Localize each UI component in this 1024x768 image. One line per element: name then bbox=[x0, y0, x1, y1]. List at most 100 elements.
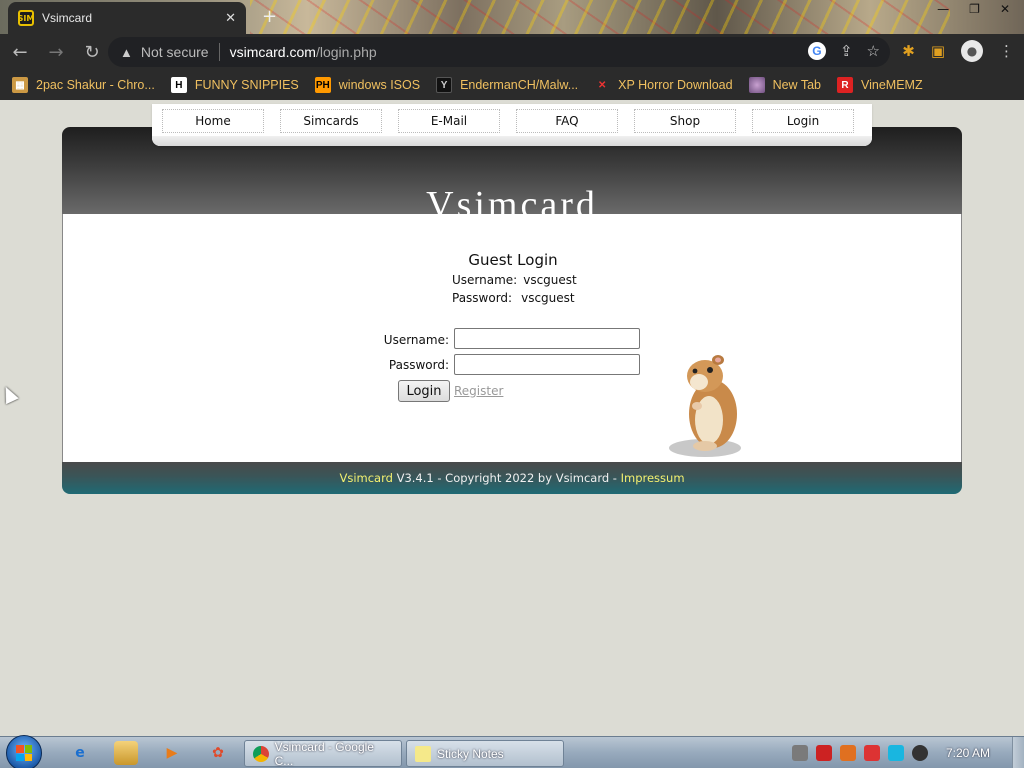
x-mark-icon: ✕ bbox=[597, 79, 607, 91]
guest-password-line: Password: vscguest bbox=[452, 291, 575, 305]
shopping-bag-icon: ▦ bbox=[12, 77, 28, 93]
google-lens-icon[interactable]: G bbox=[807, 42, 826, 60]
guest-username-label: Username: bbox=[452, 273, 518, 287]
address-bar[interactable]: ▲ Not secure vsimcard.com /login.php G ⇪… bbox=[108, 37, 890, 67]
taskbar-task-sticky-notes[interactable]: Sticky Notes bbox=[406, 740, 564, 767]
tray-search-icon[interactable] bbox=[840, 745, 856, 761]
nav-login[interactable]: Login bbox=[752, 109, 854, 133]
tray-flag-icon[interactable] bbox=[864, 745, 880, 761]
close-window-icon[interactable]: ✕ bbox=[1000, 2, 1010, 16]
taskbar-clock[interactable]: 7:20 AM bbox=[946, 746, 990, 760]
chrome-icon bbox=[253, 745, 269, 762]
task-label: Vsimcard - Google C... bbox=[274, 739, 374, 768]
globe-avatar-icon bbox=[748, 77, 765, 93]
bookmark-item[interactable]: Y EndermanCH/Malw... bbox=[436, 77, 578, 93]
web-page: Home Simcards E-Mail FAQ Shop Login Vsim… bbox=[0, 100, 1024, 736]
maximize-icon[interactable]: ❐ bbox=[969, 2, 980, 16]
url-path: /login.php bbox=[315, 44, 377, 60]
bookmark-label: FUNNY SNIPPIES bbox=[194, 78, 299, 92]
new-tab-icon[interactable]: + bbox=[262, 6, 277, 27]
profile-avatar-icon[interactable]: ● bbox=[961, 40, 983, 62]
bookmark-item[interactable]: PH windows ISOS bbox=[314, 77, 421, 93]
show-desktop-button[interactable] bbox=[1012, 737, 1024, 768]
bookmark-label: XP Horror Download bbox=[618, 78, 733, 92]
bookmark-item[interactable]: ✕ XP Horror Download bbox=[594, 77, 733, 93]
bookmark-item[interactable]: New Tab bbox=[748, 77, 821, 93]
internet-explorer-icon[interactable]: e bbox=[68, 741, 92, 765]
security-label: Not secure bbox=[140, 44, 209, 60]
nav-shop[interactable]: Shop bbox=[634, 109, 736, 133]
url-host: vsimcard.com bbox=[229, 44, 316, 60]
bookmark-label: EndermanCH/Malw... bbox=[460, 78, 579, 92]
windows-logo-icon bbox=[16, 745, 32, 761]
tray-volume-icon[interactable] bbox=[912, 745, 928, 761]
wallpaper-graffiti bbox=[250, 0, 950, 34]
browser-tab-strip: SIM Vsimcard ✕ + — ❐ ✕ bbox=[0, 0, 1024, 34]
bookmark-label: VineMEMZ bbox=[861, 78, 923, 92]
minimize-icon[interactable]: — bbox=[937, 2, 949, 16]
tray-network-icon[interactable] bbox=[888, 745, 904, 761]
password-label: Password: bbox=[388, 358, 449, 372]
username-field[interactable] bbox=[454, 328, 640, 349]
hamster-image bbox=[669, 355, 741, 457]
browser-toolbar: ← → ↻ ▲ Not secure vsimcard.com /login.p… bbox=[0, 34, 1024, 70]
guest-username-line: Username: vscguest bbox=[452, 273, 577, 287]
bookmark-label: 2pac Shakur - Chro... bbox=[36, 78, 155, 92]
tray-app-icon[interactable] bbox=[792, 745, 808, 761]
windows-taskbar: e ▶ ✿ Vsimcard - Google C... Sticky Note… bbox=[0, 735, 1024, 768]
site-top-nav: Home Simcards E-Mail FAQ Shop Login bbox=[152, 104, 872, 146]
nav-faq[interactable]: FAQ bbox=[516, 109, 618, 133]
forward-arrow-icon[interactable]: → bbox=[40, 36, 72, 68]
ph-badge-icon: PH bbox=[314, 77, 331, 93]
guest-login-title: Guest Login bbox=[468, 251, 558, 269]
browser-tab-active[interactable]: SIM Vsimcard ✕ bbox=[8, 2, 246, 34]
guest-password-value: vscguest bbox=[521, 291, 575, 305]
bookmark-label: windows ISOS bbox=[338, 78, 421, 92]
main-content: Guest Login Username: vscguest Password: v… bbox=[62, 214, 962, 462]
nav-email[interactable]: E-Mail bbox=[398, 109, 500, 133]
sticky-notes-icon bbox=[415, 745, 431, 762]
bookmarks-bar: ▦ 2pac Shakur - Chro... H FUNNY SNIPPIES… bbox=[0, 70, 1024, 100]
media-player-icon[interactable]: ▶ bbox=[160, 741, 184, 765]
reload-icon[interactable]: ↻ bbox=[76, 36, 108, 68]
window-controls: — ❐ ✕ bbox=[937, 2, 1010, 16]
bookmark-item[interactable]: H FUNNY SNIPPIES bbox=[170, 77, 299, 93]
username-label: Username: bbox=[383, 333, 449, 347]
tab-title: Vsimcard bbox=[42, 11, 93, 25]
address-divider bbox=[218, 43, 220, 61]
taskbar-task-chrome[interactable]: Vsimcard - Google C... bbox=[244, 739, 402, 768]
yp-badge-icon: Y bbox=[436, 77, 453, 93]
r-badge-icon: R bbox=[837, 77, 853, 93]
h-letter-icon: H bbox=[170, 77, 187, 93]
register-link[interactable]: Register bbox=[454, 384, 503, 398]
mouse-pointer-icon bbox=[0, 383, 19, 405]
system-tray bbox=[792, 745, 928, 761]
file-explorer-icon[interactable] bbox=[114, 741, 138, 765]
login-button[interactable]: Login bbox=[398, 380, 450, 402]
site-footer: Vsimcard V3.4.1 - Copyright 2022 by Vsim… bbox=[62, 462, 962, 494]
paint-icon[interactable]: ✿ bbox=[206, 741, 230, 765]
impressum-link[interactable]: Impressum bbox=[621, 471, 685, 485]
sim-card-icon: SIM bbox=[18, 10, 34, 26]
nav-simcards[interactable]: Simcards bbox=[280, 109, 382, 133]
nav-shadow-strip bbox=[152, 136, 872, 146]
back-arrow-icon[interactable]: ← bbox=[4, 36, 36, 68]
tray-v-icon[interactable] bbox=[816, 745, 832, 761]
warning-triangle-icon: ▲ bbox=[120, 44, 133, 60]
guest-password-label: Password: bbox=[452, 291, 513, 305]
password-field[interactable] bbox=[454, 354, 640, 375]
guest-username-value: vscguest bbox=[523, 273, 577, 287]
bookmark-item[interactable]: ▦ 2pac Shakur - Chro... bbox=[12, 77, 155, 93]
toolbar-right-actions: ✱ ▣ ● ⋮ bbox=[902, 40, 1014, 62]
footer-copyright: V3.4.1 - Copyright 2022 by Vsimcard - bbox=[392, 471, 621, 485]
bookmark-label: New Tab bbox=[772, 78, 821, 92]
share-icon[interactable]: ⇪ bbox=[840, 42, 853, 60]
menu-kebab-icon[interactable]: ⋮ bbox=[999, 42, 1014, 60]
bookmark-item[interactable]: R VineMEMZ bbox=[837, 77, 923, 93]
side-panel-icon[interactable]: ▣ bbox=[931, 42, 945, 60]
extensions-puzzle-icon[interactable]: ✱ bbox=[902, 42, 915, 60]
bookmark-star-icon[interactable]: ☆ bbox=[867, 42, 880, 60]
close-tab-icon[interactable]: ✕ bbox=[225, 11, 236, 26]
nav-home[interactable]: Home bbox=[162, 109, 264, 133]
start-button[interactable] bbox=[6, 735, 42, 768]
